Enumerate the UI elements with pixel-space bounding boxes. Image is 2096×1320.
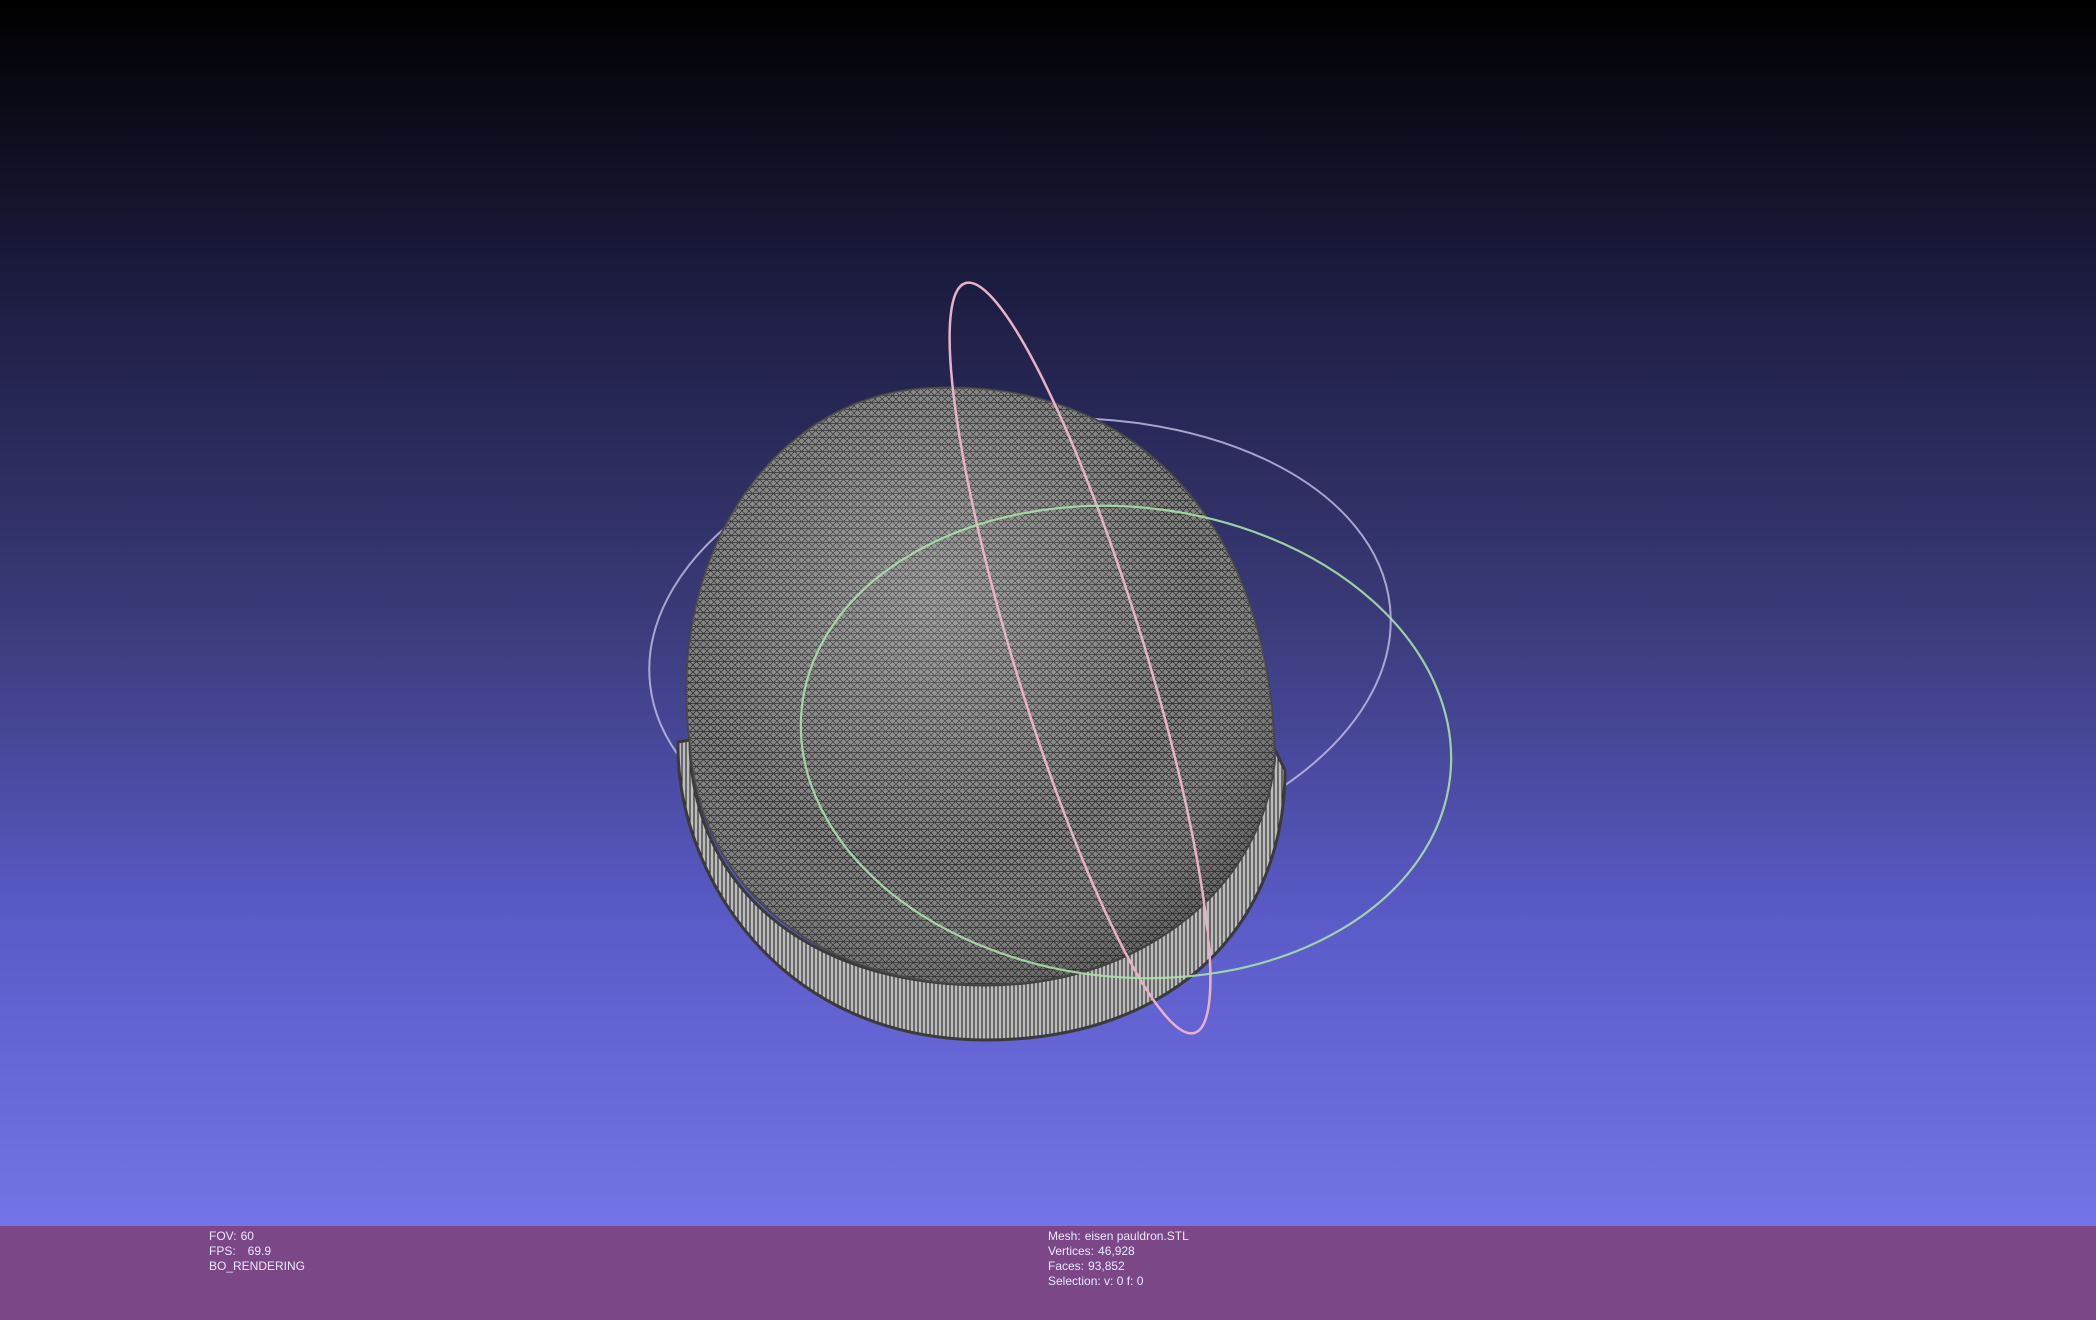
fov-label: FOV:	[209, 1229, 237, 1243]
mesh-info: Mesh: eisen pauldron.STL Vertices: 46,928 …	[1048, 1229, 1189, 1289]
faces-value: 93,852	[1088, 1259, 1125, 1273]
render-mode: BO_RENDERING	[209, 1259, 306, 1273]
mesh-model	[676, 386, 1287, 1042]
vertices-label: Vertices:	[1048, 1244, 1095, 1258]
fov-readout: FOV: 60	[209, 1229, 305, 1244]
mesh-readout: Mesh: eisen pauldron.STL	[1048, 1229, 1189, 1244]
mesh-scene[interactable]	[0, 0, 2096, 1226]
mesh-label: Mesh:	[1048, 1229, 1081, 1243]
fps-label: FPS:	[209, 1244, 236, 1258]
faces-label: Faces:	[1048, 1259, 1085, 1273]
fps-readout: FPS: 69.9	[209, 1244, 305, 1259]
view-info: FOV: 60 FPS: 69.9 BO_RENDERING	[209, 1229, 305, 1274]
selection-readout: Selection: v: 0 f: 0	[1048, 1274, 1144, 1288]
faces-readout: Faces: 93,852	[1048, 1259, 1189, 1274]
3d-viewport[interactable]	[0, 0, 2096, 1226]
vertices-readout: Vertices: 46,928	[1048, 1244, 1189, 1259]
fov-value: 60	[240, 1229, 254, 1243]
vertices-value: 46,928	[1098, 1244, 1135, 1258]
mesh-name: eisen pauldron.STL	[1084, 1229, 1189, 1243]
fps-value: 69.9	[247, 1244, 272, 1258]
